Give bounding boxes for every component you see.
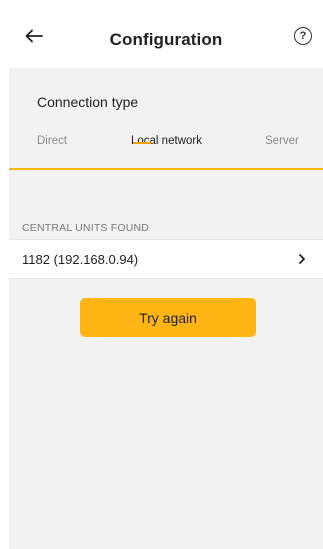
top-bar: Configuration ? <box>9 11 323 68</box>
central-unit-row[interactable]: 1182 (192.168.0.94) <box>9 239 323 279</box>
page-title: Configuration <box>109 29 223 49</box>
active-tab-indicator <box>133 142 151 144</box>
chevron-right-icon <box>295 252 309 266</box>
back-button[interactable] <box>21 25 47 51</box>
connection-tabs: Direct Local network Server <box>9 135 323 159</box>
question-circle-icon: ? <box>299 30 307 42</box>
connection-type-label: Connection type <box>37 94 139 110</box>
tab-local-network[interactable]: Local network <box>131 135 202 147</box>
help-button[interactable]: ? <box>294 27 312 45</box>
tab-server[interactable]: Server <box>265 135 299 147</box>
try-again-button[interactable]: Try again <box>80 298 256 337</box>
connection-type-section: Connection type Direct Local network Ser… <box>9 68 323 168</box>
arrow-left-icon <box>25 29 43 48</box>
central-unit-label: 1182 (192.168.0.94) <box>22 251 139 267</box>
central-units-header: CENTRAL UNITS FOUND <box>22 222 150 234</box>
tab-direct[interactable]: Direct <box>37 135 67 147</box>
accent-divider <box>9 168 323 170</box>
app-screen: Configuration ? Connection type Direct L… <box>9 11 323 549</box>
